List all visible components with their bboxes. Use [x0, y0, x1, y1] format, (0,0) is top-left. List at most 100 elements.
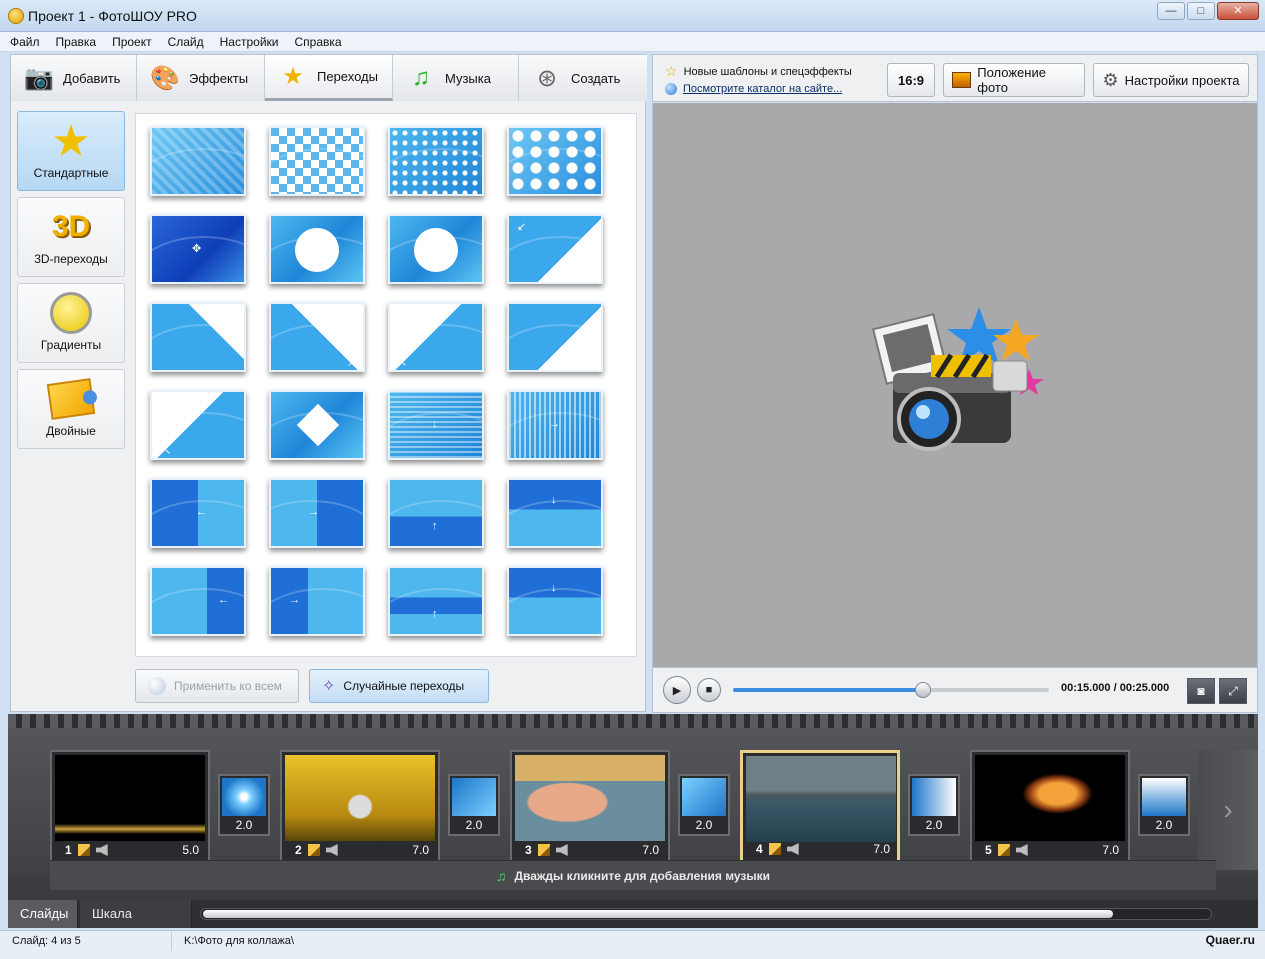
- transition-thumb[interactable]: [388, 126, 484, 196]
- magic-wand-icon: ✧: [322, 678, 336, 695]
- menu-project[interactable]: Проект: [112, 32, 152, 51]
- slide-thumb-2[interactable]: 2 7.0: [280, 750, 440, 864]
- chevron-right-icon: ›: [1223, 794, 1233, 825]
- tab-create[interactable]: ⊛ Создать: [519, 55, 647, 101]
- slide-number: 3: [525, 843, 532, 857]
- slide-thumb-1[interactable]: 1 5.0: [50, 750, 210, 864]
- transition-slot-2[interactable]: 2.0: [448, 774, 500, 836]
- menu-file[interactable]: Файл: [10, 32, 40, 51]
- title-bar: Проект 1 - ФотоШОУ PRO — □ ✕: [0, 0, 1265, 32]
- transition-thumb[interactable]: ←: [150, 478, 246, 548]
- slide-number: 2: [295, 843, 302, 857]
- transition-thumb[interactable]: [269, 126, 365, 196]
- filmstrip-scroll-right[interactable]: ›: [1198, 750, 1258, 870]
- category-double[interactable]: Двойные: [17, 369, 125, 449]
- preview-area[interactable]: [652, 103, 1258, 667]
- transition-thumb[interactable]: ↓: [507, 478, 603, 548]
- slide-thumb-5[interactable]: 5 7.0: [970, 750, 1130, 864]
- fullscreen-button[interactable]: ⤢: [1219, 678, 1247, 704]
- transition-thumb[interactable]: ↑: [388, 478, 484, 548]
- transition-thumb[interactable]: ←: [150, 566, 246, 636]
- camera-stars-logo-icon: [871, 307, 1044, 451]
- random-transitions-button[interactable]: ✧ Случайные переходы: [309, 669, 489, 703]
- edit-icon[interactable]: [77, 844, 90, 856]
- left-panel: 📷 Добавить 🎨 Эффекты ★ Переходы ♫ Музыка…: [10, 54, 647, 712]
- star-icon: ☆: [665, 63, 678, 79]
- edit-icon[interactable]: [768, 843, 781, 855]
- maximize-button[interactable]: □: [1187, 2, 1215, 20]
- speaker-icon[interactable]: [555, 844, 568, 856]
- transition-thumb[interactable]: →: [507, 390, 603, 460]
- transition-thumb[interactable]: ↘: [150, 302, 246, 372]
- menu-edit[interactable]: Правка: [56, 32, 97, 51]
- category-standard[interactable]: ★ Стандартные: [17, 111, 125, 191]
- slide-duration: 5.0: [182, 843, 199, 857]
- catalog-link[interactable]: Посмотрите каталог на сайте...: [683, 83, 842, 95]
- edit-icon[interactable]: [537, 844, 550, 856]
- transition-thumb[interactable]: →: [269, 566, 365, 636]
- music-track[interactable]: ♫ Дважды кликните для добавления музыки: [50, 860, 1216, 890]
- transition-thumb[interactable]: ✥: [150, 214, 246, 284]
- promo-catalog: Посмотрите каталог на сайте...: [665, 83, 842, 95]
- minimize-button[interactable]: —: [1157, 2, 1185, 20]
- film-reel-icon: ⊛: [536, 64, 558, 92]
- snapshot-button[interactable]: ◙: [1187, 678, 1215, 704]
- transition-slot-5[interactable]: 2.0: [1138, 774, 1190, 836]
- transition-slot-1[interactable]: 2.0: [218, 774, 270, 836]
- speaker-icon[interactable]: [786, 843, 799, 855]
- transition-thumb[interactable]: ↗: [269, 302, 365, 372]
- category-3d[interactable]: 3D 3D-переходы: [17, 197, 125, 277]
- tab-music[interactable]: ♫ Музыка: [393, 55, 519, 101]
- player-controls: ▶ ■ 00:15.000 / 00:25.000 ◙ ⤢: [652, 667, 1258, 713]
- edit-icon[interactable]: [307, 844, 320, 856]
- transition-thumb[interactable]: ↙: [507, 214, 603, 284]
- menu-slide[interactable]: Слайд: [168, 32, 204, 51]
- transition-thumb[interactable]: [150, 126, 246, 196]
- transition-thumb[interactable]: ↓: [388, 390, 484, 460]
- transition-thumb[interactable]: ←: [269, 478, 365, 548]
- tab-timeline[interactable]: Шкала времени: [80, 900, 192, 949]
- transition-thumb[interactable]: ↗: [507, 302, 603, 372]
- music-note-icon: ♫: [495, 867, 507, 884]
- scrollbar-thumb[interactable]: [203, 910, 1113, 918]
- menu-settings[interactable]: Настройки: [220, 32, 279, 51]
- slide-duration: 7.0: [642, 843, 659, 857]
- tab-add[interactable]: 📷 Добавить: [11, 55, 137, 101]
- transition-slot-4[interactable]: 2.0: [908, 774, 960, 836]
- aspect-ratio-button[interactable]: 16:9: [887, 63, 935, 97]
- transition-thumb[interactable]: ↖: [150, 390, 246, 460]
- apply-all-button[interactable]: Применить ко всем: [135, 669, 299, 703]
- horizontal-scrollbar[interactable]: [200, 908, 1212, 920]
- timecode: 00:15.000 / 00:25.000: [1061, 682, 1170, 694]
- transition-thumb[interactable]: ↖: [388, 302, 484, 372]
- tab-effects[interactable]: 🎨 Эффекты: [137, 55, 265, 101]
- transition-thumb[interactable]: [269, 214, 365, 284]
- speaker-icon[interactable]: [95, 844, 108, 856]
- transition-thumb[interactable]: ↓: [507, 566, 603, 636]
- slide-thumb-3[interactable]: 3 7.0: [510, 750, 670, 864]
- photo-position-button[interactable]: Положение фото: [943, 63, 1085, 97]
- seek-handle[interactable]: [914, 682, 931, 698]
- photo-icon: [952, 72, 972, 88]
- transition-thumb[interactable]: ↑: [388, 566, 484, 636]
- slide-thumb-4[interactable]: 4 7.0: [740, 750, 900, 864]
- speaker-icon[interactable]: [1015, 844, 1028, 856]
- music-note-icon: ♫: [412, 64, 430, 91]
- speaker-icon[interactable]: [325, 844, 338, 856]
- transition-slot-3[interactable]: 2.0: [678, 774, 730, 836]
- seek-bar[interactable]: [733, 682, 1049, 698]
- transition-thumb[interactable]: [388, 214, 484, 284]
- edit-icon[interactable]: [997, 844, 1010, 856]
- slide-number: 4: [756, 842, 763, 856]
- stop-button[interactable]: ■: [697, 678, 721, 702]
- tab-transitions[interactable]: ★ Переходы: [265, 55, 393, 101]
- close-button[interactable]: ✕: [1217, 2, 1259, 20]
- project-settings-button[interactable]: ⚙ Настройки проекта: [1093, 63, 1249, 97]
- window-controls: — □ ✕: [1157, 2, 1259, 20]
- tab-slides[interactable]: Слайды: [8, 900, 78, 928]
- category-gradients[interactable]: Градиенты: [17, 283, 125, 363]
- menu-help[interactable]: Справка: [294, 32, 341, 51]
- transition-thumb[interactable]: [269, 390, 365, 460]
- play-button[interactable]: ▶: [663, 676, 691, 704]
- transition-thumb[interactable]: [507, 126, 603, 196]
